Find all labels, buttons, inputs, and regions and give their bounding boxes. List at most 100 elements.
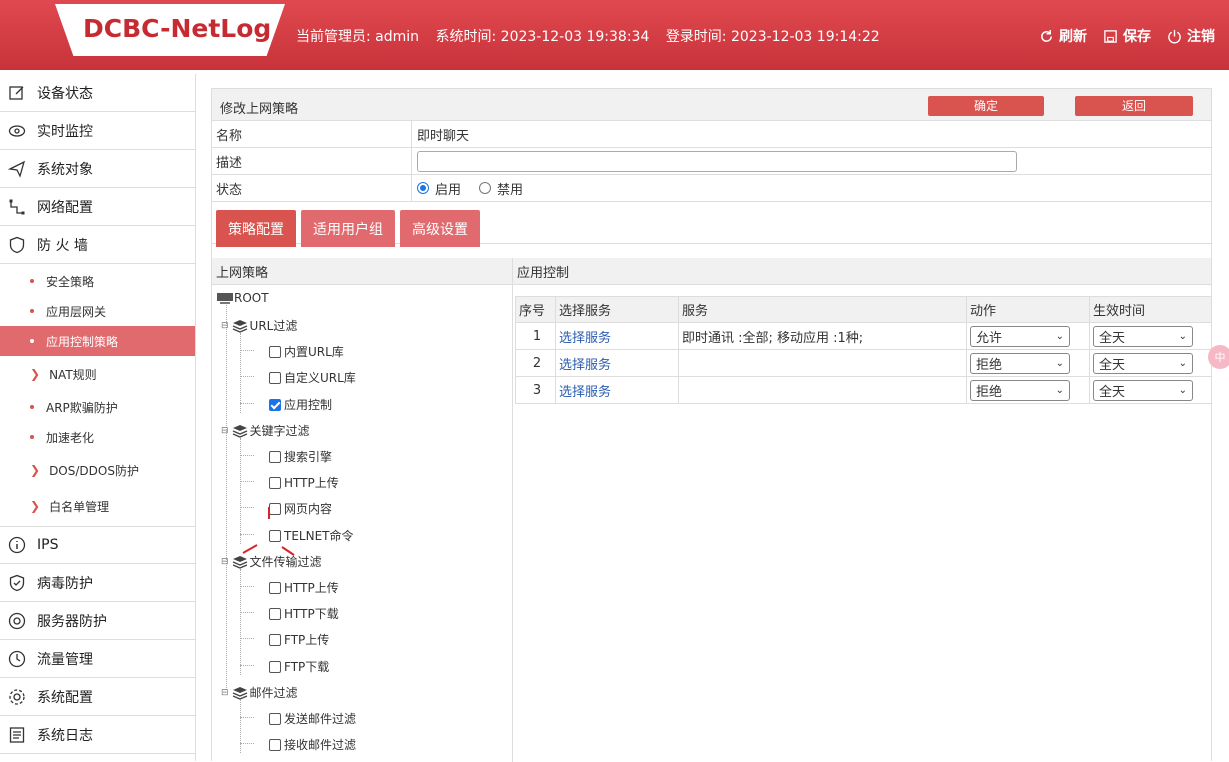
sidebar-item-label: 防 火 墙 bbox=[37, 237, 88, 254]
confirm-button[interactable]: 确定 bbox=[928, 96, 1044, 116]
select-service-link[interactable]: 选择服务 bbox=[559, 331, 611, 346]
sidebar-item-realtime-monitor[interactable]: 实时监控 bbox=[0, 112, 195, 150]
sidebar-subitem-app-gateway[interactable]: 应用层网关 bbox=[0, 296, 195, 326]
sidebar-subitem-dos-protection[interactable]: ❯ DOS/DDOS防护 bbox=[0, 452, 195, 488]
back-button[interactable]: 返回 bbox=[1075, 96, 1193, 116]
bullet-icon bbox=[30, 309, 34, 313]
tree-leaf-builtin-url[interactable]: 内置URL库 bbox=[269, 343, 344, 360]
tree-leaf-http-upload-2[interactable]: HTTP上传 bbox=[269, 579, 339, 596]
checkbox-checked-icon bbox=[269, 398, 281, 411]
tree-group-file-transfer[interactable]: ⊟ 文件传输过滤 bbox=[221, 553, 322, 570]
app-control-header: 应用控制 bbox=[513, 258, 1211, 285]
checkbox-unchecked-icon bbox=[269, 581, 281, 594]
sidebar-item-label: IPS bbox=[37, 537, 59, 553]
tab-user-groups[interactable]: 适用用户组 bbox=[301, 210, 395, 247]
sidebar-subitem-security-policy[interactable]: 安全策略 bbox=[0, 266, 195, 296]
network-icon bbox=[9, 199, 25, 214]
logout-button[interactable]: 注销 bbox=[1167, 26, 1215, 46]
action-select[interactable]: 拒绝 ⌄ bbox=[970, 379, 1070, 401]
tree-leaf-label: HTTP上传 bbox=[284, 476, 339, 490]
collapse-icon: ⊟ bbox=[221, 320, 229, 331]
bullet-icon bbox=[30, 339, 34, 343]
tab-advanced[interactable]: 高级设置 bbox=[400, 210, 480, 247]
sidebar-item-firewall[interactable]: 防 火 墙 bbox=[0, 226, 195, 264]
subitem-label: 应用控制策略 bbox=[46, 334, 119, 349]
action-select[interactable]: 拒绝 ⌄ bbox=[970, 352, 1070, 374]
col-header: 服务 bbox=[678, 296, 967, 323]
checkbox-unchecked-icon bbox=[269, 476, 281, 489]
status-row: 状态 启用 禁用 bbox=[212, 175, 1211, 202]
sidebar-subitem-arp-protection[interactable]: ARP欺骗防护 bbox=[0, 392, 195, 422]
col-header: 动作 bbox=[966, 296, 1090, 323]
subitem-label: 应用层网关 bbox=[46, 304, 107, 319]
select-service-link[interactable]: 选择服务 bbox=[559, 385, 611, 400]
tree-root[interactable]: ROOT bbox=[216, 291, 269, 305]
action-select[interactable]: 允许 ⌄ bbox=[970, 325, 1070, 347]
policy-tree-panel: 上网策略 ROOT ⊟ URL过滤 内置URL库 自定义URL库 应用控制 ⊟ … bbox=[212, 258, 513, 762]
tree-leaf-receive-mail[interactable]: 接收邮件过滤 bbox=[269, 736, 356, 753]
sidebar-item-label: 服务器防护 bbox=[37, 613, 107, 630]
sidebar-subitem-whitelist[interactable]: ❯ 白名单管理 bbox=[0, 488, 195, 524]
select-value: 全天 bbox=[1099, 384, 1126, 400]
tree-leaf-send-mail[interactable]: 发送邮件过滤 bbox=[269, 710, 356, 727]
subitem-label: ARP欺骗防护 bbox=[46, 400, 118, 415]
sidebar-item-system-config[interactable]: 系统配置 bbox=[0, 678, 195, 716]
log-icon bbox=[9, 726, 25, 743]
shield-icon bbox=[9, 236, 25, 253]
sidebar-item-antivirus[interactable]: 病毒防护 bbox=[0, 564, 195, 602]
checkbox-unchecked-icon bbox=[269, 607, 281, 620]
name-value: 即时聊天 bbox=[417, 128, 470, 144]
subitem-label: 白名单管理 bbox=[49, 499, 110, 514]
power-icon bbox=[1168, 29, 1181, 43]
sidebar-item-system-objects[interactable]: 系统对象 bbox=[0, 150, 195, 188]
tree-leaf-ftp-upload[interactable]: FTP上传 bbox=[269, 631, 329, 648]
subitem-label: DOS/DDOS防护 bbox=[49, 463, 139, 478]
time-select[interactable]: 全天 ⌄ bbox=[1093, 325, 1193, 347]
tree-group-keyword-filter[interactable]: ⊟ 关键字过滤 bbox=[221, 422, 310, 439]
tree-group-url-filter[interactable]: ⊟ URL过滤 bbox=[221, 317, 297, 334]
sidebar-item-network-config[interactable]: 网络配置 bbox=[0, 188, 195, 226]
tree-connector bbox=[240, 743, 254, 744]
sidebar-item-label: 网络配置 bbox=[37, 199, 93, 216]
sidebar-item-system-log[interactable]: 系统日志 bbox=[0, 716, 195, 754]
tree-header: 上网策略 bbox=[212, 258, 512, 285]
save-button[interactable]: 保存 bbox=[1103, 26, 1151, 46]
target-icon bbox=[8, 612, 26, 629]
tree-connector bbox=[240, 717, 254, 718]
sidebar-item-label: 实时监控 bbox=[37, 123, 93, 140]
sidebar-subitem-app-control-policy[interactable]: 应用控制策略 bbox=[0, 326, 195, 356]
tab-policy-config[interactable]: 策略配置 bbox=[216, 210, 296, 247]
chevron-right-icon: ❯ bbox=[30, 367, 41, 381]
tree-leaf-http-upload[interactable]: HTTP上传 bbox=[269, 474, 339, 491]
time-select[interactable]: 全天 ⌄ bbox=[1093, 352, 1193, 374]
main-panel: 修改上网策略 确定 返回 名称 即时聊天 描述 状态 启用 禁用 策略配置 适用… bbox=[211, 88, 1212, 762]
chevron-down-icon: ⌄ bbox=[1178, 330, 1187, 342]
sidebar-subitem-nat-rules[interactable]: ❯ NAT规则 bbox=[0, 356, 195, 392]
tree-leaf-ftp-download[interactable]: FTP下载 bbox=[269, 658, 329, 675]
table-row: 3 选择服务 拒绝 ⌄ 全天 ⌄ bbox=[515, 376, 1212, 404]
status-disable-radio[interactable]: 禁用 bbox=[479, 179, 523, 198]
select-service-link[interactable]: 选择服务 bbox=[559, 358, 611, 373]
tree-leaf-app-control[interactable]: 应用控制 bbox=[269, 396, 332, 413]
info-icon bbox=[8, 536, 26, 554]
eye-icon bbox=[8, 124, 26, 137]
radio-label: 启用 bbox=[435, 182, 462, 198]
tree-leaf-label: 应用控制 bbox=[284, 398, 333, 412]
sidebar-subitem-accelerate-aging[interactable]: 加速老化 bbox=[0, 422, 195, 452]
sidebar-item-device-status[interactable]: 设备状态 bbox=[0, 74, 195, 112]
refresh-button[interactable]: 刷新 bbox=[1039, 26, 1087, 46]
tree-connector bbox=[226, 305, 227, 690]
tree-leaf-search-engine[interactable]: 搜索引擎 bbox=[269, 448, 332, 465]
sidebar-item-server-protection[interactable]: 服务器防护 bbox=[0, 602, 195, 640]
sidebar-item-traffic-management[interactable]: 流量管理 bbox=[0, 640, 195, 678]
chevron-down-icon: ⌄ bbox=[1178, 357, 1187, 369]
status-enable-radio[interactable]: 启用 bbox=[417, 179, 461, 198]
floating-assistant-badge[interactable]: 中 bbox=[1208, 345, 1229, 369]
time-select[interactable]: 全天 ⌄ bbox=[1093, 379, 1193, 401]
tree-connector bbox=[240, 333, 241, 413]
tree-group-mail-filter[interactable]: ⊟ 邮件过滤 bbox=[221, 684, 298, 701]
tree-leaf-custom-url[interactable]: 自定义URL库 bbox=[269, 369, 356, 386]
description-input[interactable] bbox=[417, 150, 1017, 172]
tree-leaf-http-download[interactable]: HTTP下载 bbox=[269, 605, 339, 622]
sidebar-item-ips[interactable]: IPS bbox=[0, 526, 195, 564]
